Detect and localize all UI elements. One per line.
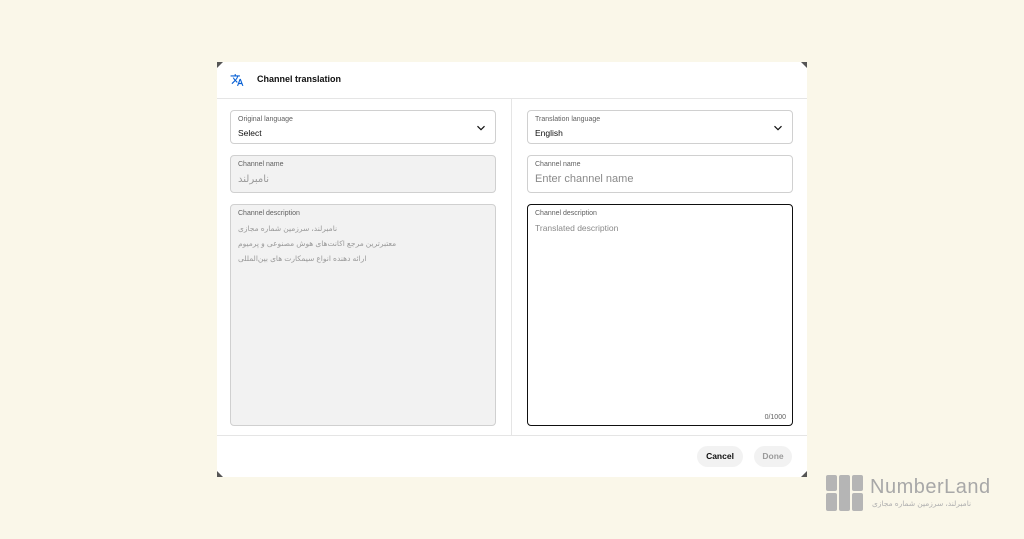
original-language-value: Select bbox=[238, 128, 262, 138]
channel-translation-dialog: Channel translation Original language Se… bbox=[217, 62, 807, 477]
translation-language-select[interactable]: Translation language English bbox=[527, 110, 793, 144]
original-channel-name-label: Channel name bbox=[238, 161, 284, 168]
original-channel-description-label: Channel description bbox=[238, 210, 300, 217]
numberland-logo-icon bbox=[826, 475, 863, 511]
translate-icon bbox=[230, 74, 244, 86]
original-channel-name-value: نامبرلند bbox=[238, 174, 270, 185]
dialog-header: Channel translation bbox=[217, 62, 807, 99]
done-button[interactable]: Done bbox=[754, 446, 792, 467]
original-language-select[interactable]: Original language Select bbox=[230, 110, 496, 144]
translation-channel-name-input[interactable]: Channel name Enter channel name bbox=[527, 155, 793, 193]
translation-channel-description-input[interactable]: Channel description Translated descripti… bbox=[527, 204, 793, 426]
original-description-line-3: ارائه دهنده انواع سیمکارت های بین‌المللی bbox=[238, 254, 367, 263]
page-background: Channel translation Original language Se… bbox=[0, 0, 1024, 539]
column-divider bbox=[511, 99, 512, 435]
original-channel-description-field: Channel description نامبرلند، سرزمین شما… bbox=[230, 204, 496, 426]
character-counter: 0/1000 bbox=[764, 414, 786, 421]
translation-channel-name-placeholder: Enter channel name bbox=[535, 173, 634, 185]
chevron-down-icon bbox=[477, 125, 485, 131]
original-language-label: Original language bbox=[238, 116, 293, 123]
dialog-footer: Cancel Done bbox=[217, 435, 807, 477]
numberland-brand-name: NumberLand bbox=[870, 476, 991, 498]
translation-channel-name-label: Channel name bbox=[535, 161, 581, 168]
dialog-title: Channel translation bbox=[257, 74, 342, 84]
translation-language-value: English bbox=[535, 128, 563, 138]
numberland-watermark: NumberLand نامبرلند، سرزمین شماره مجازی bbox=[826, 475, 1006, 515]
cancel-button[interactable]: Cancel bbox=[697, 446, 743, 467]
chevron-down-icon bbox=[774, 125, 782, 131]
original-description-line-1: نامبرلند، سرزمین شماره مجازی bbox=[238, 224, 338, 233]
numberland-tagline: نامبرلند، سرزمین شماره مجازی bbox=[872, 499, 972, 508]
translation-channel-description-label: Channel description bbox=[535, 210, 597, 217]
translation-language-label: Translation language bbox=[535, 116, 601, 123]
translation-description-placeholder: Translated description bbox=[535, 223, 619, 233]
original-channel-name-field: Channel name نامبرلند bbox=[230, 155, 496, 193]
original-description-line-2: معتبرترین مرجع اکانت‌های هوش مصنوعی و پر… bbox=[238, 239, 397, 248]
